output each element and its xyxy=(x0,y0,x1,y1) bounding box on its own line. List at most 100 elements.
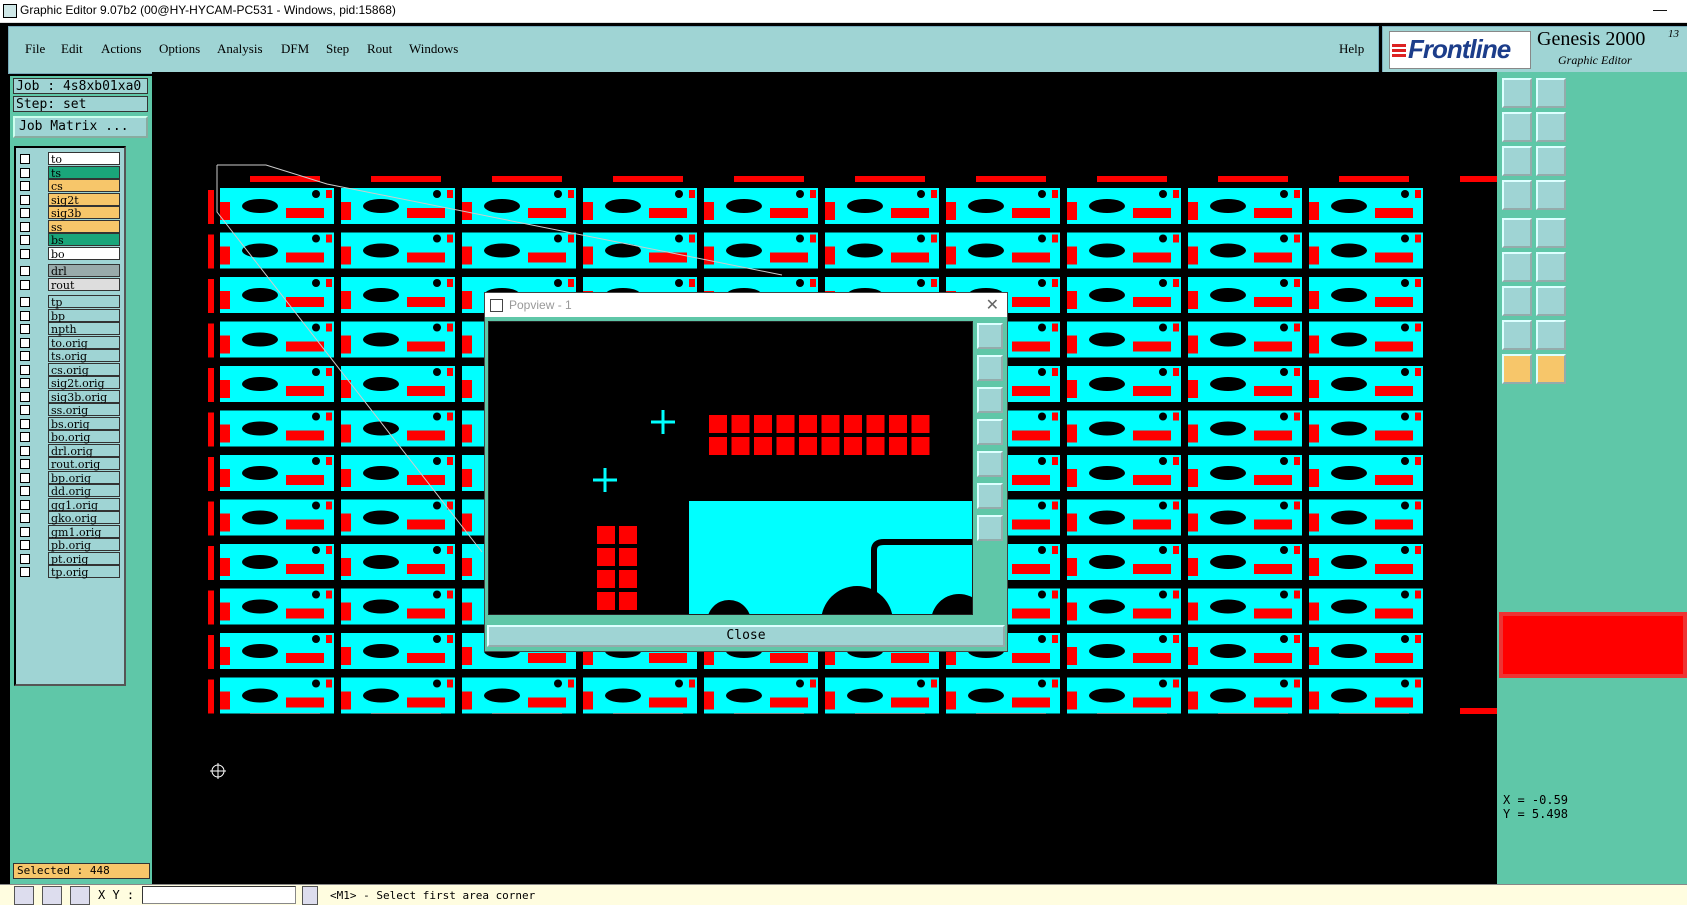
layer-checkbox[interactable] xyxy=(20,405,30,415)
layer-row-drl[interactable]: drl xyxy=(18,264,122,278)
layer-row-rout-orig[interactable]: rout.orig xyxy=(18,457,122,471)
popview-close-button[interactable]: Close xyxy=(487,625,1005,647)
menu-dfm[interactable]: DFM xyxy=(281,41,309,57)
layer-checkbox[interactable] xyxy=(20,351,30,361)
layer-row-npth[interactable]: npth xyxy=(18,322,122,336)
layer-checkbox[interactable] xyxy=(20,337,30,348)
pan-right-icon[interactable] xyxy=(1502,218,1532,248)
layer-checkbox[interactable] xyxy=(20,235,30,245)
measure-icon[interactable] xyxy=(1502,354,1532,384)
layer-row-pt-orig[interactable]: pt.orig xyxy=(18,551,122,566)
layer-checkbox[interactable] xyxy=(20,432,30,442)
center-icon[interactable] xyxy=(977,515,1003,541)
layer-row-gm1-orig[interactable]: gm1.orig xyxy=(18,524,122,539)
layer-row-to-orig[interactable]: to.orig xyxy=(18,335,122,350)
layer-row-cs-orig[interactable]: cs.orig xyxy=(18,362,122,377)
layer-checkbox[interactable] xyxy=(20,208,30,218)
zoom-fit-icon[interactable] xyxy=(1502,78,1532,108)
layer-checkbox[interactable] xyxy=(20,418,30,429)
zoom-fit-icon[interactable] xyxy=(977,323,1003,349)
layer-row-ss[interactable]: ss xyxy=(18,219,122,234)
menu-analysis[interactable]: Analysis xyxy=(217,41,263,57)
layer-checkbox[interactable] xyxy=(20,194,30,205)
menu-help[interactable]: Help xyxy=(1339,41,1364,57)
layer-checkbox[interactable] xyxy=(20,324,30,334)
layer-row-ss-orig[interactable]: ss.orig xyxy=(18,403,122,417)
layer-checkbox[interactable] xyxy=(20,248,30,259)
layer-checkbox[interactable] xyxy=(20,167,30,178)
layer-checkbox[interactable] xyxy=(20,221,30,232)
layer-row-to[interactable]: to xyxy=(18,152,122,166)
layer-checkbox[interactable] xyxy=(20,364,30,375)
status-tool-1-icon[interactable] xyxy=(14,886,34,905)
zoom-out-icon[interactable] xyxy=(1536,112,1566,142)
layer-checkbox[interactable] xyxy=(20,553,30,564)
pan-up-icon[interactable] xyxy=(977,355,1003,381)
pan-left-icon[interactable] xyxy=(1536,146,1566,176)
layer-row-bp-orig[interactable]: bp.orig xyxy=(18,470,122,485)
menu-file[interactable]: File xyxy=(25,41,45,57)
layer-row-bp[interactable]: bp xyxy=(18,308,122,323)
layer-checkbox[interactable] xyxy=(20,378,30,388)
measure-icon[interactable] xyxy=(1536,320,1566,350)
layer-row-drl-orig[interactable]: drl.orig xyxy=(18,443,122,458)
layer-row-bo[interactable]: bo xyxy=(18,246,122,261)
layer-checkbox[interactable] xyxy=(20,526,30,537)
pan-left-icon[interactable] xyxy=(977,419,1003,445)
center-icon[interactable] xyxy=(1502,286,1532,316)
status-tool-3-icon[interactable] xyxy=(70,886,90,905)
layer-row-ts-orig[interactable]: ts.orig xyxy=(18,349,122,363)
layer-row-bo-orig[interactable]: bo.orig xyxy=(18,430,122,444)
menu-options[interactable]: Options xyxy=(159,41,200,57)
layer-checkbox[interactable] xyxy=(20,513,30,523)
layer-row-tp-orig[interactable]: tp.orig xyxy=(18,565,122,579)
layer-checkbox[interactable] xyxy=(20,279,30,290)
layer-checkbox[interactable] xyxy=(20,266,30,276)
layer-row-rout[interactable]: rout xyxy=(18,277,122,292)
layer-checkbox[interactable] xyxy=(20,567,30,577)
zoom-in-icon[interactable] xyxy=(1502,112,1532,142)
layer-row-bs-orig[interactable]: bs.orig xyxy=(18,416,122,431)
zoom-home-icon[interactable] xyxy=(1536,218,1566,248)
status-tool-2-icon[interactable] xyxy=(42,886,62,905)
layer-row-sig2t[interactable]: sig2t xyxy=(18,192,122,207)
menu-windows[interactable]: Windows xyxy=(409,41,458,57)
layer-row-sig3b-orig[interactable]: sig3b.orig xyxy=(18,389,122,404)
zoom-home-icon[interactable] xyxy=(977,483,1003,509)
layer-row-gko-orig[interactable]: gko.orig xyxy=(18,511,122,525)
layer-row-sig2t-orig[interactable]: sig2t.orig xyxy=(18,376,122,390)
layer-row-tp[interactable]: tp xyxy=(18,295,122,309)
pan-left-icon[interactable] xyxy=(1502,180,1532,210)
pan-down-icon[interactable] xyxy=(977,387,1003,413)
layer-checkbox[interactable] xyxy=(20,297,30,307)
layer-row-dd-orig[interactable]: dd.orig xyxy=(18,484,122,498)
minimize-button[interactable]: — xyxy=(1653,1,1667,17)
pan-right-icon[interactable] xyxy=(1536,180,1566,210)
zoom-in-icon[interactable] xyxy=(1536,78,1566,108)
layer-checkbox[interactable] xyxy=(20,391,30,402)
layer-checkbox[interactable] xyxy=(20,540,30,550)
layer-row-bs[interactable]: bs xyxy=(18,233,122,247)
layer-checkbox[interactable] xyxy=(20,181,30,191)
layer-row-pb-orig[interactable]: pb.orig xyxy=(18,538,122,552)
popview-canvas[interactable] xyxy=(488,321,973,615)
zoom-home-icon[interactable] xyxy=(1502,252,1532,282)
layer-checkbox[interactable] xyxy=(20,499,30,510)
layer-row-cs[interactable]: cs xyxy=(18,179,122,193)
layer-checkbox[interactable] xyxy=(20,310,30,321)
layer-checkbox[interactable] xyxy=(20,472,30,483)
select-icon[interactable] xyxy=(1536,354,1566,384)
zoom-out-icon[interactable] xyxy=(1502,146,1532,176)
menu-actions[interactable]: Actions xyxy=(101,41,141,57)
layer-row-sig3b[interactable]: sig3b xyxy=(18,206,122,220)
layer-row-ts[interactable]: ts xyxy=(18,165,122,180)
xy-input[interactable] xyxy=(142,886,296,904)
layer-row-gg1-orig[interactable]: gg1.orig xyxy=(18,497,122,512)
center-icon[interactable] xyxy=(1536,252,1566,282)
menu-rout[interactable]: Rout xyxy=(367,41,392,57)
layer-checkbox[interactable] xyxy=(20,459,30,469)
pan-right-icon[interactable] xyxy=(977,451,1003,477)
snap-icon[interactable] xyxy=(1536,286,1566,316)
snap-icon[interactable] xyxy=(1502,320,1532,350)
menu-step[interactable]: Step xyxy=(326,41,349,57)
